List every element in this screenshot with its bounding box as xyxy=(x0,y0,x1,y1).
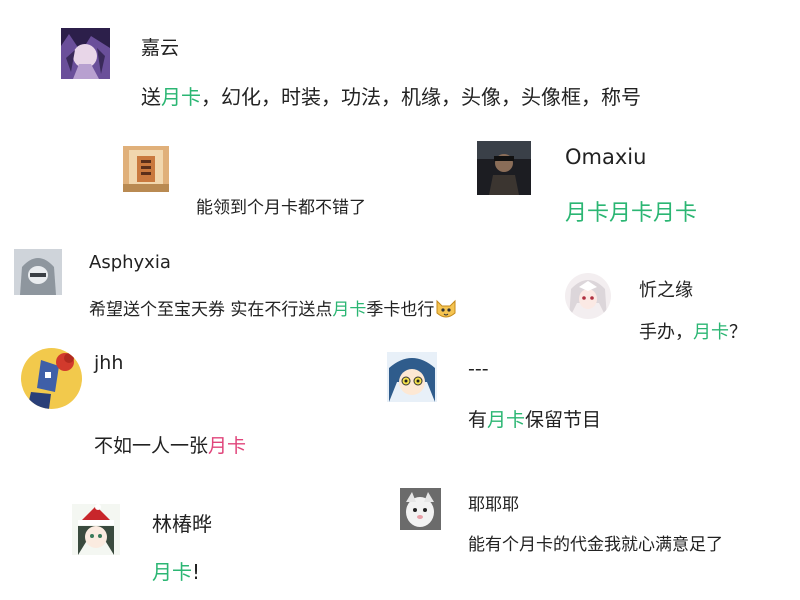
santa-hat-avatar-icon[interactable] xyxy=(72,504,120,555)
text-segment: ？ xyxy=(729,322,747,343)
comment-text: 月卡! xyxy=(152,556,200,585)
cat-emoji-icon xyxy=(434,297,458,319)
cartoon-avatar-icon[interactable] xyxy=(21,348,82,409)
text-segment: 能有个月卡的代金我就心满意足了 xyxy=(468,535,723,555)
highlight-text: 月卡 xyxy=(487,409,526,431)
hooded-avatar-icon[interactable] xyxy=(14,249,62,295)
white-hair-avatar-icon[interactable] xyxy=(565,273,611,319)
username: --- xyxy=(468,358,489,380)
comment-text: 不如一人一张月卡 xyxy=(94,431,246,458)
comment-text: 希望送个至宝天券 实在不行送点月卡季卡也行 xyxy=(89,295,458,320)
text-segment: 不如一人一张 xyxy=(94,435,209,457)
comment-text: 月卡月卡月卡 xyxy=(565,195,697,227)
blue-hair-avatar-icon[interactable] xyxy=(387,352,437,402)
highlight-text: 月卡 xyxy=(161,85,201,109)
text-segment: ! xyxy=(192,560,201,584)
photo-avatar-icon[interactable] xyxy=(123,146,169,192)
username: 嘉云 xyxy=(141,37,180,59)
text-segment: 手办， xyxy=(639,322,693,343)
comment-text: 手办，月卡？ xyxy=(639,318,747,344)
highlight-text: 月卡 xyxy=(208,435,247,457)
text-segment: 送 xyxy=(141,85,161,109)
comment-text: 有月卡保留节目 xyxy=(468,405,601,432)
text-segment: 能领到个 xyxy=(196,198,264,218)
username: jhh xyxy=(94,352,124,374)
username: Omaxiu xyxy=(565,145,647,169)
highlight-text: 月卡 xyxy=(152,560,192,584)
comment-text: 送月卡，幻化，时装，功法，机缘，头像，头像框，称号 xyxy=(141,81,641,110)
anime-avatar-icon[interactable] xyxy=(61,28,110,79)
username: 忻之缘 xyxy=(639,280,693,301)
pet-photo-avatar-icon[interactable] xyxy=(400,488,441,530)
username: 耶耶耶 xyxy=(468,495,519,515)
text-segment: 保留节目 xyxy=(525,409,602,431)
comment-text: 能领到个月卡都不错了 xyxy=(196,193,366,218)
text-segment: 月卡都不错了 xyxy=(264,198,366,218)
portrait-avatar-icon[interactable] xyxy=(477,141,531,195)
highlight-text: 月卡 xyxy=(693,322,729,343)
username: 林椿晔 xyxy=(152,512,212,536)
text-segment: ，幻化，时装，功法，机缘，头像，头像框，称号 xyxy=(201,85,641,109)
highlight-text: 月卡 xyxy=(332,300,367,320)
text-segment: 希望送个至宝天券 实在不行送点 xyxy=(89,300,333,320)
text-segment: 季卡也行 xyxy=(366,300,435,320)
comment-text: 能有个月卡的代金我就心满意足了 xyxy=(468,530,723,555)
username: Asphyxia xyxy=(89,252,171,273)
text-segment: 有 xyxy=(468,409,488,431)
highlight-text: 月卡月卡月卡 xyxy=(565,201,698,226)
